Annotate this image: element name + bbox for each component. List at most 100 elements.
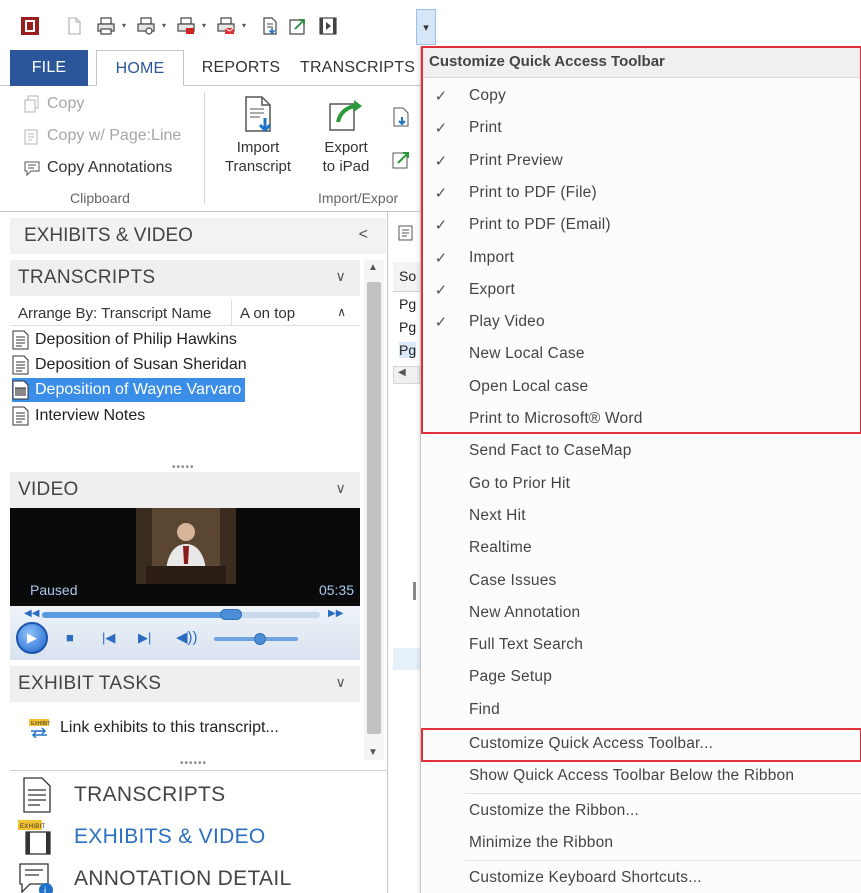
export-small-icon[interactable] <box>390 148 412 170</box>
import-small-icon[interactable] <box>390 106 412 128</box>
tab-file[interactable]: FILE <box>10 50 88 86</box>
list-item[interactable]: Pg <box>399 342 417 358</box>
menu-item[interactable]: Find <box>421 694 861 726</box>
menu-item[interactable]: Full Text Search <box>421 629 861 661</box>
copy-page-line-button[interactable]: Copy w/ Page:Line <box>22 124 181 148</box>
exhibit-tasks-pane-header[interactable]: EXHIBIT TASKS ∨ <box>10 666 360 702</box>
document-toolbar-icon[interactable] <box>397 224 415 242</box>
panel-title: EXHIBITS & VIDEO < <box>10 218 386 254</box>
menu-item[interactable]: ✓ Print to PDF (Email) <box>421 209 861 241</box>
transcript-item[interactable]: Interview Notes <box>12 404 149 428</box>
menu-item[interactable]: New Local Case <box>421 338 861 370</box>
rewind-icon[interactable]: ◀◀ <box>24 608 39 619</box>
left-panel-scrollbar[interactable]: ▲ ▼ <box>364 260 384 760</box>
quick-access-toolbar: ▾ ▾ ▾ ▾ ▾ <box>0 0 861 46</box>
print-to-pdf-file-icon[interactable] <box>174 14 198 38</box>
menu-item[interactable]: Go to Prior Hit <box>421 468 861 500</box>
copy-annotations-button[interactable]: Copy Annotations <box>22 156 172 180</box>
menu-item[interactable]: New Annotation <box>421 597 861 629</box>
menu-item[interactable]: ✓ Print <box>421 112 861 144</box>
arrange-by-button[interactable]: Arrange By: Transcript Name <box>10 300 232 326</box>
sort-order-button[interactable]: A on top ∧ <box>232 300 360 326</box>
list-item[interactable]: Pg <box>399 296 416 312</box>
menu-item[interactable]: Open Local case <box>421 371 861 403</box>
checkmark-icon: ✓ <box>434 217 448 235</box>
menu-action[interactable]: Customize the Ribbon... <box>421 795 861 827</box>
menu-item[interactable]: ✓ Copy <box>421 80 861 112</box>
menu-item[interactable]: ✓ Export <box>421 274 861 306</box>
scroll-up-icon[interactable]: ▲ <box>368 262 378 273</box>
transcript-item[interactable]: Deposition of Philip Hawkins <box>12 328 241 352</box>
print-preview-dropdown-arrow[interactable]: ▾ <box>162 22 170 30</box>
customize-qat-dropdown-button[interactable]: ▾ <box>416 9 436 45</box>
menu-action[interactable]: Show Quick Access Toolbar Below the Ribb… <box>421 760 861 792</box>
next-icon[interactable]: ▶| <box>138 630 151 646</box>
print-icon[interactable] <box>94 14 118 38</box>
collapse-pane-icon[interactable]: < <box>359 226 368 244</box>
nav-annotation-detail[interactable]: i ANNOTATION DETAIL <box>16 859 291 893</box>
app-icon[interactable] <box>18 14 42 38</box>
list-item[interactable]: Pg <box>399 319 416 335</box>
play-video-icon[interactable] <box>316 14 340 38</box>
chevron-down-icon[interactable]: ∨ <box>335 674 346 691</box>
volume-slider-thumb[interactable] <box>254 633 267 645</box>
menu-item[interactable]: ✓ Print Preview <box>421 145 861 177</box>
menu-item[interactable]: ✓ Print to PDF (File) <box>421 177 861 209</box>
menu-item[interactable]: Page Setup <box>421 661 861 693</box>
svg-text:i: i <box>44 886 47 893</box>
menu-action[interactable]: Minimize the Ribbon <box>421 827 861 859</box>
menu-item[interactable]: Send Fact to CaseMap <box>421 435 861 467</box>
previous-icon[interactable]: |◀ <box>102 630 115 646</box>
fast-forward-icon[interactable]: ▶▶ <box>328 608 343 619</box>
video-player[interactable]: Paused 05:35 <box>10 508 360 606</box>
menu-action[interactable]: Customize Quick Access Toolbar... <box>421 728 861 760</box>
print-to-pdf-email-dropdown-arrow[interactable]: ▾ <box>242 22 250 30</box>
vertical-divider <box>413 582 416 600</box>
volume-slider[interactable] <box>214 633 298 645</box>
nav-transcripts[interactable]: TRANSCRIPTS <box>16 775 225 815</box>
menu-item[interactable]: ✓ Play Video <box>421 306 861 338</box>
export-to-ipad-button[interactable]: Export to iPad <box>304 94 388 176</box>
seek-bar[interactable] <box>42 609 320 620</box>
tab-home[interactable]: HOME <box>96 50 184 87</box>
seek-bar-thumb[interactable] <box>220 609 243 620</box>
nav-exhibits-video[interactable]: EXHIBIT EXHIBITS & VIDEO <box>16 817 266 857</box>
volume-icon[interactable]: ◀)) <box>176 628 198 646</box>
tab-reports[interactable]: REPORTS <box>194 50 288 86</box>
import-icon[interactable] <box>258 14 282 38</box>
play-icon: ▶ <box>27 630 37 645</box>
play-button[interactable]: ▶ <box>16 622 48 654</box>
chevron-down-icon[interactable]: ∨ <box>335 480 346 497</box>
print-preview-icon[interactable] <box>134 14 158 38</box>
link-exhibits-task[interactable]: EXHIBIT Link exhibits to this transcript… <box>28 716 279 740</box>
menu-item[interactable]: Print to Microsoft® Word <box>421 403 861 435</box>
chevron-down-icon[interactable]: ∨ <box>335 268 346 285</box>
menu-item-label: Go to Prior Hit <box>469 474 571 492</box>
scroll-down-icon[interactable]: ▼ <box>368 747 378 758</box>
new-icon[interactable] <box>62 14 86 38</box>
print-to-pdf-email-icon[interactable] <box>214 14 238 38</box>
transcripts-pane-header[interactable]: TRANSCRIPTS ∨ <box>10 260 360 296</box>
video-pane-header[interactable]: VIDEO ∨ <box>10 472 360 508</box>
menu-item[interactable]: Case Issues <box>421 565 861 597</box>
checkmark-icon: ✓ <box>434 281 448 299</box>
export-icon[interactable] <box>286 14 310 38</box>
scrollbar-thumb[interactable] <box>367 282 381 734</box>
transcript-item[interactable]: Deposition of Susan Sheridan <box>12 353 251 377</box>
menu-item[interactable]: Next Hit <box>421 500 861 532</box>
copy-button[interactable]: Copy <box>22 92 84 116</box>
print-dropdown-arrow[interactable]: ▾ <box>122 22 130 30</box>
nav-splitter[interactable]: •••••• <box>180 758 207 769</box>
menu-item[interactable]: Realtime <box>421 532 861 564</box>
import-transcript-button[interactable]: Import Transcript <box>216 94 300 176</box>
horizontal-scrollbar[interactable]: ◀ <box>393 366 420 384</box>
menu-action[interactable]: Customize Keyboard Shortcuts... <box>421 862 861 893</box>
seek-bar-fill <box>42 612 232 618</box>
print-to-pdf-file-dropdown-arrow[interactable]: ▾ <box>202 22 210 30</box>
transcript-item-selected[interactable]: Deposition of Wayne Varvaro <box>12 378 246 402</box>
stop-icon[interactable]: ■ <box>66 630 74 645</box>
tab-transcripts[interactable]: TRANSCRIPTS <box>300 50 430 86</box>
video-pane-label: VIDEO <box>18 479 79 500</box>
menu-item-label: Print to Microsoft® Word <box>469 410 643 427</box>
menu-item[interactable]: ✓ Import <box>421 242 861 274</box>
